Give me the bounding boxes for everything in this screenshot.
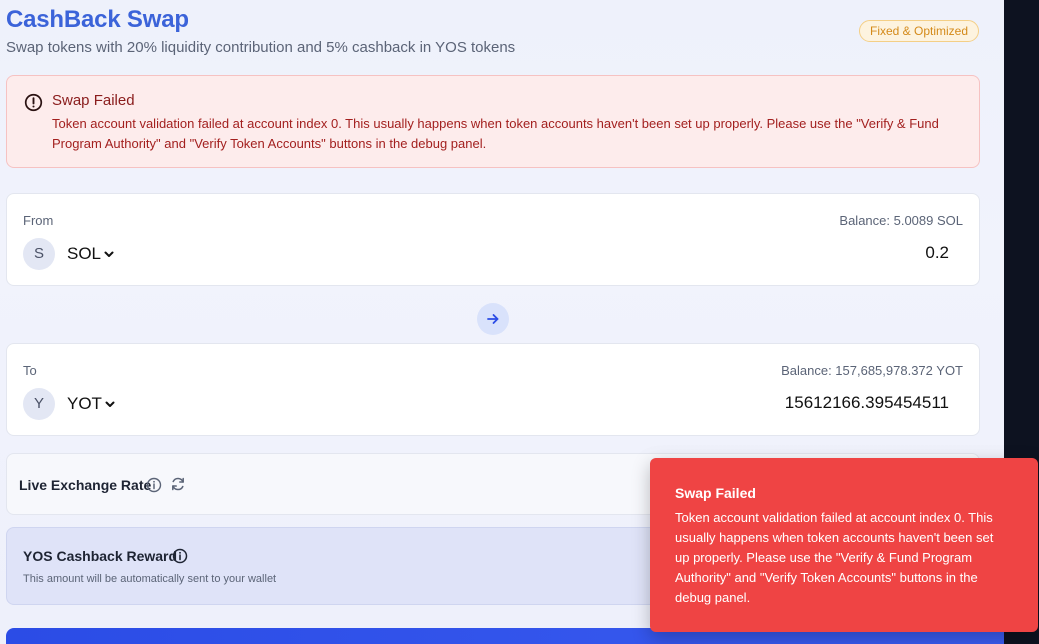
- to-card: To Balance: 157,685,978.372 YOT Y YOT 15…: [6, 343, 980, 436]
- to-amount-output: 15612166.395454511: [784, 393, 949, 412]
- cashback-reward-title: YOS Cashback Reward: [23, 548, 178, 564]
- to-label: To: [23, 363, 37, 378]
- chevron-down-icon: [105, 401, 115, 407]
- alert-title: Swap Failed: [52, 92, 135, 109]
- refresh-icon[interactable]: [170, 476, 186, 492]
- info-icon[interactable]: [146, 477, 162, 493]
- cashback-reward-subtitle: This amount will be automatically sent t…: [23, 573, 277, 585]
- error-alert: Swap Failed Token account validation fai…: [6, 75, 980, 168]
- alert-message: Token account validation failed at accou…: [52, 116, 939, 151]
- status-badge: Fixed & Optimized: [859, 20, 980, 42]
- page-subtitle: Swap tokens with 20% liquidity contribut…: [6, 39, 516, 56]
- exchange-rate-label: Live Exchange Rate: [19, 477, 152, 493]
- swap-direction-button[interactable]: [477, 303, 509, 335]
- toast-message: Token account validation failed at accou…: [675, 510, 994, 605]
- info-icon[interactable]: [172, 548, 188, 564]
- to-balance: Balance: 157,685,978.372 YOT: [781, 363, 963, 378]
- to-token-select[interactable]: YOT: [67, 394, 116, 414]
- from-token-symbol: SOL: [67, 244, 102, 263]
- toast-title: Swap Failed: [675, 485, 756, 501]
- chevron-down-icon: [104, 251, 114, 257]
- error-toast[interactable]: Swap Failed Token account validation fai…: [650, 458, 1038, 632]
- to-token-avatar: Y: [23, 388, 55, 420]
- from-balance: Balance: 5.0089 SOL: [839, 213, 963, 228]
- from-label: From: [23, 213, 54, 228]
- arrow-right-icon: [487, 314, 499, 324]
- page-title: CashBack Swap: [6, 6, 189, 33]
- from-amount-input[interactable]: 0.2: [925, 243, 949, 263]
- from-token-avatar: S: [23, 238, 55, 270]
- alert-circle-icon: [24, 93, 43, 112]
- from-card: From Balance: 5.0089 SOL S SOL 0.2: [6, 193, 980, 286]
- to-token-symbol: YOT: [67, 394, 102, 413]
- from-token-select[interactable]: SOL: [67, 244, 115, 264]
